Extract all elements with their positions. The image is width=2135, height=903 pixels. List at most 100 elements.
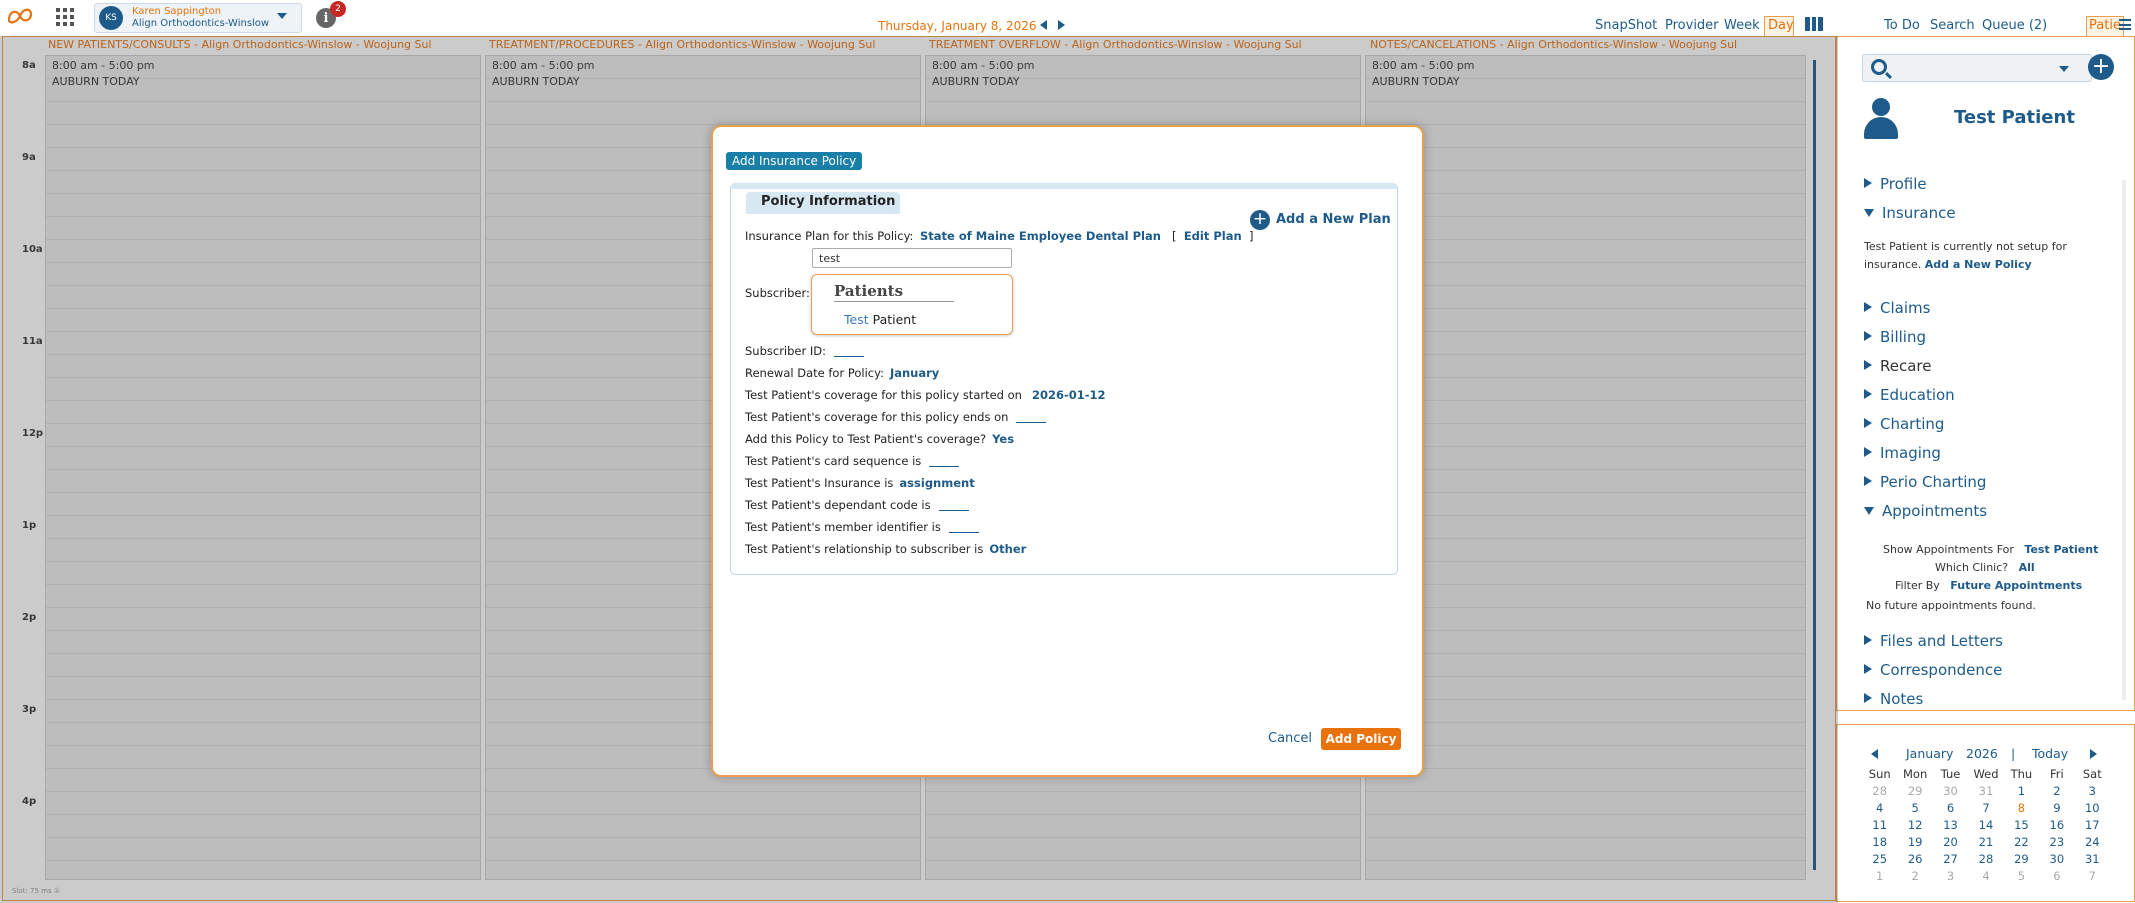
calendar-day[interactable]: 14	[1968, 818, 2003, 832]
calendar-day[interactable]: 5	[2004, 869, 2039, 883]
edit-plan-link[interactable]: Edit Plan	[1184, 229, 1242, 243]
panel-item-insurance[interactable]: Insurance	[1864, 204, 1956, 222]
todo-link[interactable]: To Do	[1884, 18, 1920, 33]
plan-select[interactable]: State of Maine Employee Dental Plan	[920, 229, 1161, 243]
calendar-day[interactable]: 6	[2039, 869, 2074, 883]
cancel-button[interactable]: Cancel	[1268, 731, 1312, 746]
insurance-assignment-field[interactable]: assignment	[899, 476, 974, 490]
calendar-day[interactable]: 31	[2075, 852, 2110, 866]
calendar-day[interactable]: 4	[1968, 869, 2003, 883]
calendar-day[interactable]: 7	[2075, 869, 2110, 883]
card-sequence-field[interactable]	[929, 466, 960, 467]
calendar-day[interactable]: 18	[1862, 835, 1897, 849]
calendar-day[interactable]: 6	[1933, 801, 1968, 815]
calendar-day[interactable]: 5	[1897, 801, 1932, 815]
calendar-day[interactable]: 17	[2075, 818, 2110, 832]
calendar-day[interactable]: 2	[2039, 784, 2074, 798]
panel-item-files-and-letters[interactable]: Files and Letters	[1864, 632, 2003, 650]
calendar-day[interactable]: 8	[2004, 801, 2039, 815]
calendar-day[interactable]: 19	[1897, 835, 1932, 849]
clinic-select[interactable]: All	[2019, 561, 2035, 574]
panel-item-imaging[interactable]: Imaging	[1864, 444, 1941, 462]
calendar-day[interactable]: 12	[1897, 818, 1932, 832]
hamburger-menu-icon[interactable]	[2119, 19, 2131, 30]
calendar-day[interactable]: 15	[2004, 818, 2039, 832]
relationship-field[interactable]: Other	[989, 542, 1026, 556]
prev-month-icon[interactable]	[1871, 749, 1878, 759]
panel-item-notes[interactable]: Notes	[1864, 690, 1923, 704]
add-to-coverage-field[interactable]: Yes	[992, 432, 1014, 446]
calendar-day[interactable]: 30	[1933, 784, 1968, 798]
show-for-select[interactable]: Test Patient	[2024, 543, 2098, 556]
plus-circle-icon[interactable]: +	[1250, 210, 1270, 230]
user-switcher[interactable]: KS Karen Sappington Align Orthodontics-W…	[94, 3, 302, 33]
calendar-day[interactable]: 29	[2004, 852, 2039, 866]
calendar-day[interactable]: 10	[2075, 801, 2110, 815]
filter-select[interactable]: Future Appointments	[1950, 579, 2082, 592]
calendar-day[interactable]: 9	[2039, 801, 2074, 815]
dependant-code-field[interactable]	[938, 510, 969, 511]
chevron-down-icon[interactable]	[277, 13, 287, 19]
calendar-day[interactable]: 7	[1968, 801, 2003, 815]
member-identifier-field[interactable]	[948, 532, 979, 533]
calendar-day[interactable]: 22	[2004, 835, 2039, 849]
calendar-day[interactable]: 4	[1862, 801, 1897, 815]
view-week[interactable]: Week	[1724, 18, 1760, 33]
calendar-today-link[interactable]: Today	[2032, 746, 2068, 761]
calendar-day[interactable]: 24	[2075, 835, 2110, 849]
calendar-day[interactable]: 13	[1933, 818, 1968, 832]
calendar-day[interactable]: 11	[1862, 818, 1897, 832]
coverage-start-field[interactable]: 2026-01-12	[1032, 388, 1106, 402]
calendar-day[interactable]: 1	[2004, 784, 2039, 798]
panel-item-claims[interactable]: Claims	[1864, 299, 1930, 317]
panel-item-profile[interactable]: Profile	[1864, 175, 1927, 193]
calendar-day[interactable]: 23	[2039, 835, 2074, 849]
panel-item-recare[interactable]: Recare	[1864, 357, 1931, 375]
calendar-day[interactable]: 2	[1897, 869, 1932, 883]
add-policy-button[interactable]: Add Policy	[1321, 728, 1401, 750]
next-month-icon[interactable]	[2090, 749, 2097, 759]
app-logo-icon[interactable]	[5, 5, 35, 27]
queue-link[interactable]: Queue (2)	[1982, 18, 2047, 33]
prev-day-icon[interactable]	[1040, 20, 1047, 30]
calendar-year[interactable]: 2026	[1966, 746, 1998, 761]
chevron-down-icon[interactable]	[2059, 66, 2069, 72]
panel-item-billing[interactable]: Billing	[1864, 328, 1926, 346]
calendar-day[interactable]: 31	[1968, 784, 2003, 798]
panel-item-appointments[interactable]: Appointments	[1864, 502, 1987, 520]
calendar-day[interactable]: 28	[1862, 784, 1897, 798]
columns-icon[interactable]	[1805, 17, 1824, 31]
calendar-day[interactable]: 26	[1897, 852, 1932, 866]
coverage-end-field[interactable]	[1016, 422, 1047, 423]
search-link[interactable]: Search	[1930, 18, 1975, 33]
calendar-day[interactable]: 1	[1862, 869, 1897, 883]
calendar-day[interactable]: 25	[1862, 852, 1897, 866]
calendar-day[interactable]: 29	[1897, 784, 1932, 798]
autocomplete-item[interactable]: Test Patient	[844, 312, 916, 327]
calendar-day[interactable]: 3	[1933, 869, 1968, 883]
calendar-day[interactable]: 20	[1933, 835, 1968, 849]
add-new-plan-link[interactable]: Add a New Plan	[1276, 212, 1391, 227]
patient-search-input[interactable]	[1862, 54, 2092, 82]
calendar-day[interactable]: 27	[1933, 852, 1968, 866]
subscriber-search-input[interactable]	[812, 248, 1012, 268]
calendar-day[interactable]: 16	[2039, 818, 2074, 832]
panel-item-correspondence[interactable]: Correspondence	[1864, 661, 2002, 679]
add-new-policy-link[interactable]: Add a New Policy	[1925, 258, 2032, 271]
view-day[interactable]: Day	[1764, 16, 1794, 36]
calendar-day[interactable]: 30	[2039, 852, 2074, 866]
panel-scrollbar[interactable]	[2122, 180, 2126, 700]
next-day-icon[interactable]	[1058, 20, 1065, 30]
renewal-date-field[interactable]: January	[890, 366, 939, 380]
subscriber-id-field[interactable]	[834, 356, 865, 357]
view-provider[interactable]: Provider	[1665, 18, 1719, 33]
apps-grid-icon[interactable]	[56, 8, 74, 26]
panel-item-perio-charting[interactable]: Perio Charting	[1864, 473, 1986, 491]
calendar-day[interactable]: 3	[2075, 784, 2110, 798]
calendar-month[interactable]: January	[1906, 746, 1953, 761]
calendar-day[interactable]: 21	[1968, 835, 2003, 849]
calendar-day[interactable]: 28	[1968, 852, 2003, 866]
panel-item-education[interactable]: Education	[1864, 386, 1955, 404]
panel-item-charting[interactable]: Charting	[1864, 415, 1944, 433]
add-patient-button[interactable]: +	[2088, 54, 2114, 80]
